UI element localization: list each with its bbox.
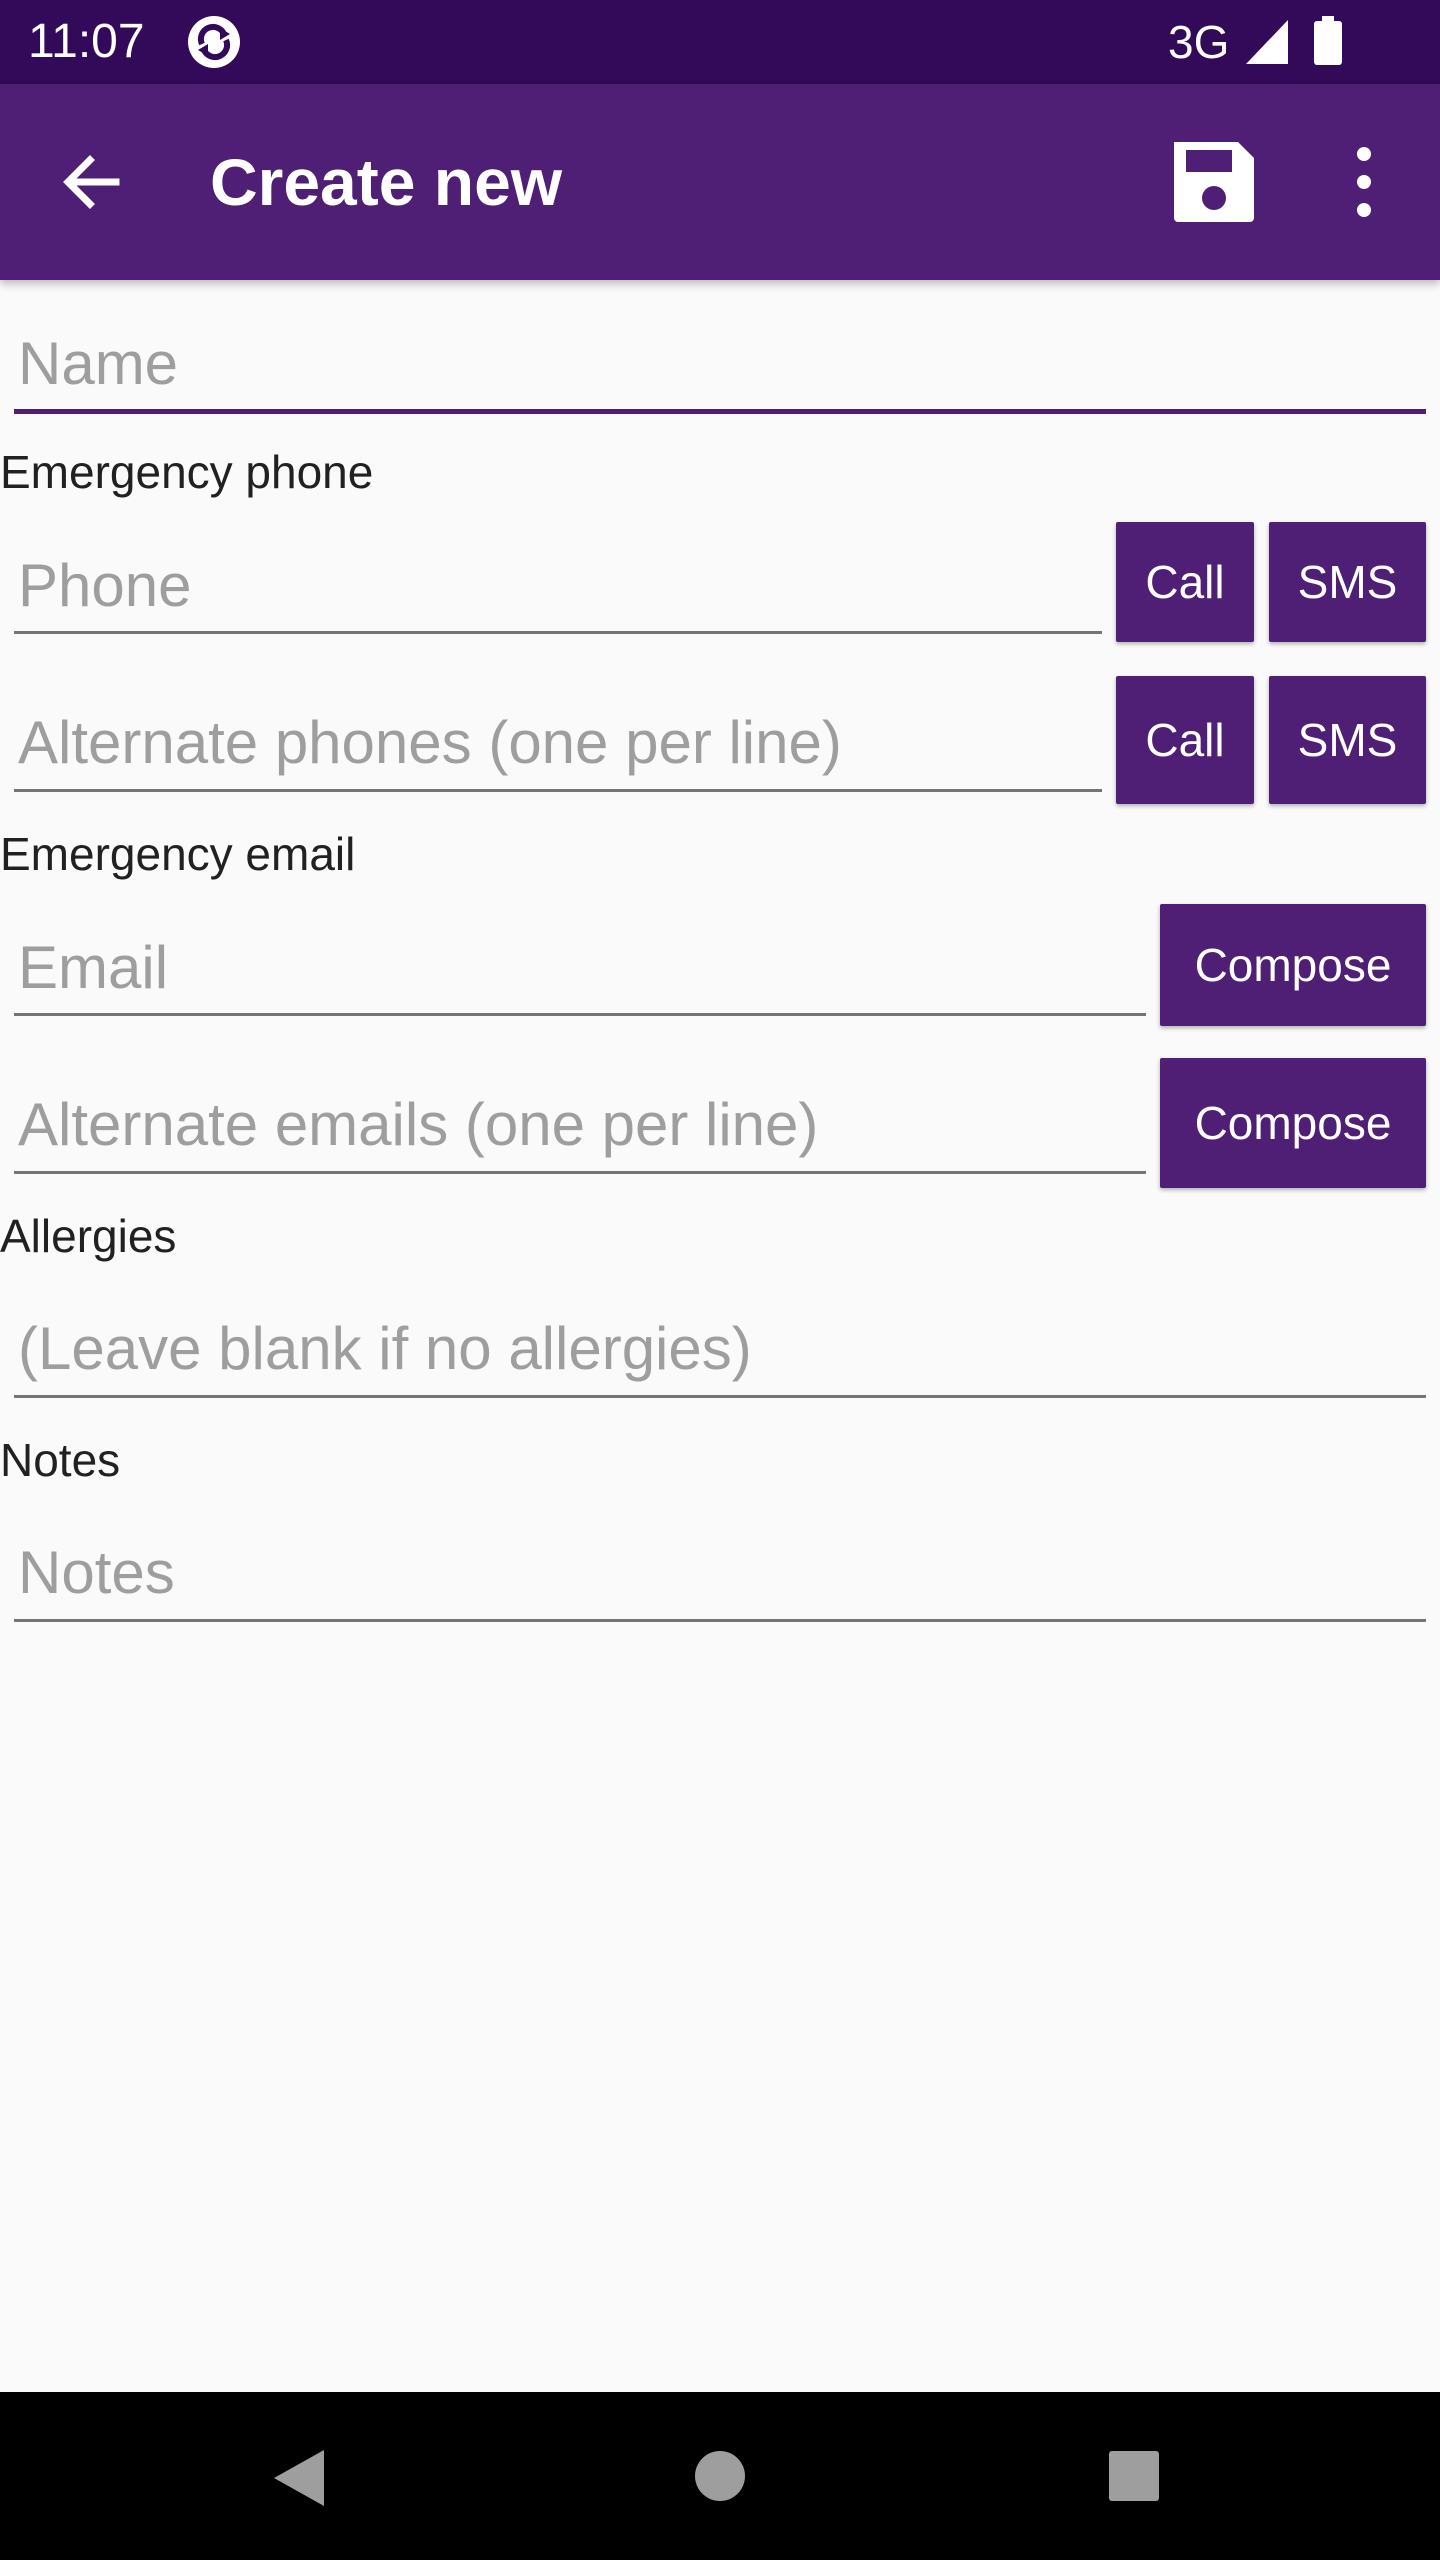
status-bar: 11:07 3G bbox=[0, 0, 1440, 84]
nav-back-triangle-icon[interactable] bbox=[268, 2446, 332, 2510]
alternate-sms-button[interactable]: SMS bbox=[1269, 676, 1426, 804]
alternate-emails-input[interactable] bbox=[14, 1078, 1146, 1171]
sync-circle-icon bbox=[188, 16, 240, 68]
more-vert-icon[interactable] bbox=[1332, 140, 1396, 224]
alternate-phones-field[interactable] bbox=[14, 696, 1102, 792]
emergency-phone-label: Emergency phone bbox=[0, 446, 374, 498]
nav-home-circle-icon[interactable] bbox=[694, 2450, 746, 2502]
emergency-email-label: Emergency email bbox=[0, 828, 356, 880]
alternate-phones-input[interactable] bbox=[14, 696, 1102, 789]
arrow-back-icon[interactable] bbox=[56, 146, 128, 218]
notes-field[interactable] bbox=[14, 1526, 1426, 1622]
call-button[interactable]: Call bbox=[1116, 522, 1254, 642]
alternate-emails-field[interactable] bbox=[14, 1078, 1146, 1174]
name-input[interactable] bbox=[14, 318, 1426, 409]
status-time: 11:07 bbox=[28, 15, 145, 68]
phone-input[interactable] bbox=[14, 540, 1102, 631]
allergies-input[interactable] bbox=[14, 1302, 1426, 1395]
floppy-save-icon[interactable] bbox=[1168, 136, 1260, 228]
email-input[interactable] bbox=[14, 922, 1146, 1013]
alternate-call-button[interactable]: Call bbox=[1116, 676, 1254, 804]
system-nav-bar bbox=[0, 2392, 1440, 2560]
compose-button[interactable]: Compose bbox=[1160, 904, 1426, 1026]
allergies-field[interactable] bbox=[14, 1302, 1426, 1398]
allergies-label: Allergies bbox=[0, 1210, 177, 1262]
nav-recents-square-icon[interactable] bbox=[1108, 2450, 1160, 2502]
battery-icon bbox=[1314, 16, 1342, 65]
phone-field[interactable] bbox=[14, 540, 1102, 634]
app-bar: Create new bbox=[0, 84, 1440, 280]
network-type: 3G bbox=[1168, 16, 1230, 68]
email-field[interactable] bbox=[14, 922, 1146, 1016]
sms-button[interactable]: SMS bbox=[1269, 522, 1426, 642]
notes-label: Notes bbox=[0, 1434, 121, 1486]
signal-icon bbox=[1246, 20, 1288, 64]
page-title: Create new bbox=[210, 145, 563, 219]
name-field[interactable] bbox=[14, 318, 1426, 414]
alternate-compose-button[interactable]: Compose bbox=[1160, 1058, 1426, 1188]
notes-input[interactable] bbox=[14, 1526, 1426, 1619]
